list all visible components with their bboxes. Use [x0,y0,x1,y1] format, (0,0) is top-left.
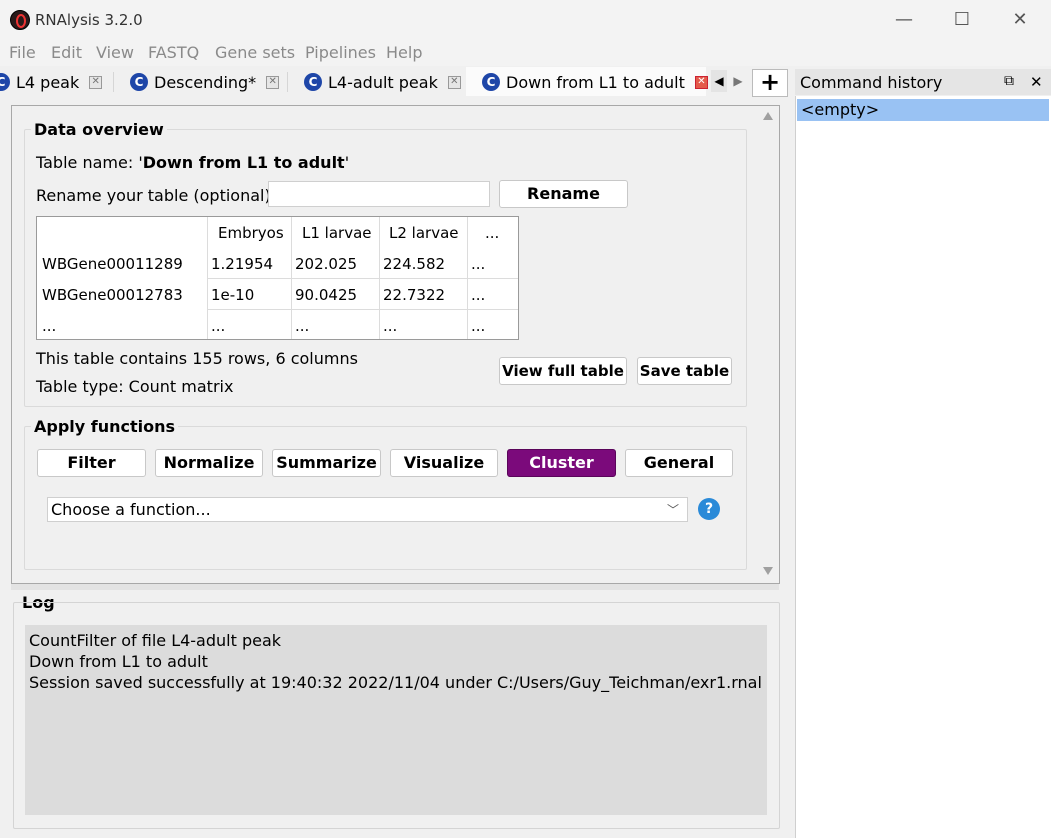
tab-label: L4-adult peak [328,72,438,92]
table-cell: 90.0425 [295,286,358,304]
tab-l4-peak[interactable]: C L4 peak ✕ [0,68,103,96]
function-select-value: Choose a function... [51,500,211,519]
tab-next-arrow-icon[interactable]: ▶ [730,70,746,92]
vertical-scrollbar[interactable] [758,106,778,581]
table-cell: 224.582 [383,255,446,273]
data-preview-table[interactable]: Embryos L1 larvae L2 larvae ... WBGene00… [36,216,519,340]
maximize-button[interactable]: ☐ [939,6,985,34]
table-cell: ... [471,317,486,335]
summarize-button[interactable]: Summarize [272,449,381,477]
general-button[interactable]: General [625,449,733,477]
visualize-button[interactable]: Visualize [390,449,498,477]
data-overview-title: Data overview [31,120,167,139]
table-c-icon: C [0,73,10,91]
close-panel-icon[interactable]: ✕ [1030,73,1043,91]
menu-view[interactable]: View [96,43,134,62]
float-panel-icon[interactable]: ⧉ [1004,73,1014,89]
table-cell: ... [383,317,398,335]
save-table-button[interactable]: Save table [637,357,732,385]
column-header: L1 larvae [302,224,372,242]
table-name-quote: ' [344,153,350,172]
log-line: CountFilter of file L4-adult peak [29,631,282,650]
tab-label: Down from L1 to adult [506,72,685,92]
menu-edit[interactable]: Edit [51,43,82,62]
splitter-handle[interactable] [11,584,779,590]
close-tab-icon[interactable]: ✕ [694,75,708,89]
command-history-item[interactable]: <empty> [797,99,1049,121]
chevron-down-icon: ﹀ [666,503,679,517]
menu-pipelines[interactable]: Pipelines [305,43,376,62]
tab-separator [113,72,114,92]
table-cell: 1e-10 [211,286,255,304]
rename-label: Rename your table (optional): [36,186,277,205]
app-logo-icon [10,10,30,30]
tab-separator [287,72,288,92]
table-c-icon: C [304,73,322,91]
log-line: Down from L1 to adult [29,652,208,671]
menu-gene-sets[interactable]: Gene sets [215,43,295,62]
scroll-up-icon[interactable] [763,112,773,120]
tab-descending[interactable]: C Descending* ✕ [130,68,280,96]
table-cell: ... [471,286,486,304]
table-cell: ... [295,317,310,335]
table-name-value: Down from L1 to adult [142,153,345,172]
menu-file[interactable]: File [9,43,36,62]
tab-prev-arrow-icon[interactable]: ◀ [711,70,727,92]
minimize-button[interactable]: — [881,6,927,34]
command-history-list [795,96,1051,838]
table-cell: 1.21954 [211,255,274,273]
apply-functions-title: Apply functions [31,417,179,436]
scroll-down-icon[interactable] [763,567,773,575]
close-tab-icon[interactable]: ✕ [447,75,461,89]
column-header: ... [485,224,500,242]
column-header: L2 larvae [389,224,459,242]
rename-button[interactable]: Rename [499,180,628,208]
table-name-line: Table name: 'Down from L1 to adult' [36,153,349,172]
view-full-table-button[interactable]: View full table [499,357,627,385]
table-name-label: Table name: ' [36,153,143,172]
log-line: Session saved successfully at 19:40:32 2… [29,673,762,692]
cluster-button[interactable]: Cluster [507,449,616,477]
tab-down-from-l1-to-adult[interactable]: C Down from L1 to adult ✕ [482,68,708,96]
table-c-icon: C [130,73,148,91]
table-cell: ... [211,317,226,335]
function-select[interactable]: Choose a function... ﹀ [47,497,688,522]
command-history-title: Command history [800,73,943,92]
tab-l4-adult-peak[interactable]: C L4-adult peak ✕ [304,68,461,96]
tab-label: Descending* [154,72,257,92]
table-cell: WBGene00011289 [42,255,183,273]
table-cell: 202.025 [295,255,358,273]
menu-fastq[interactable]: FASTQ [148,43,199,62]
row-count-text: This table contains 155 rows, 6 columns [36,349,358,368]
table-type-text: Table type: Count matrix [36,377,234,396]
rename-input[interactable] [268,181,490,207]
add-tab-button[interactable]: + [752,69,788,97]
normalize-button[interactable]: Normalize [155,449,263,477]
close-tab-icon[interactable]: ✕ [89,75,103,89]
table-cell: 22.7322 [383,286,446,304]
close-window-button[interactable]: ✕ [997,6,1043,34]
table-cell: ... [471,255,486,273]
filter-button[interactable]: Filter [37,449,146,477]
help-icon[interactable]: ? [698,498,720,520]
window-title: RNAlysis 3.2.0 [35,11,143,29]
tab-label: L4 peak [16,72,80,92]
column-header: Embryos [218,224,284,242]
table-cell: WBGene00012783 [42,286,183,304]
table-c-icon: C [482,73,500,91]
close-tab-icon[interactable]: ✕ [266,75,280,89]
table-cell: ... [42,317,57,335]
menu-help[interactable]: Help [386,43,422,62]
